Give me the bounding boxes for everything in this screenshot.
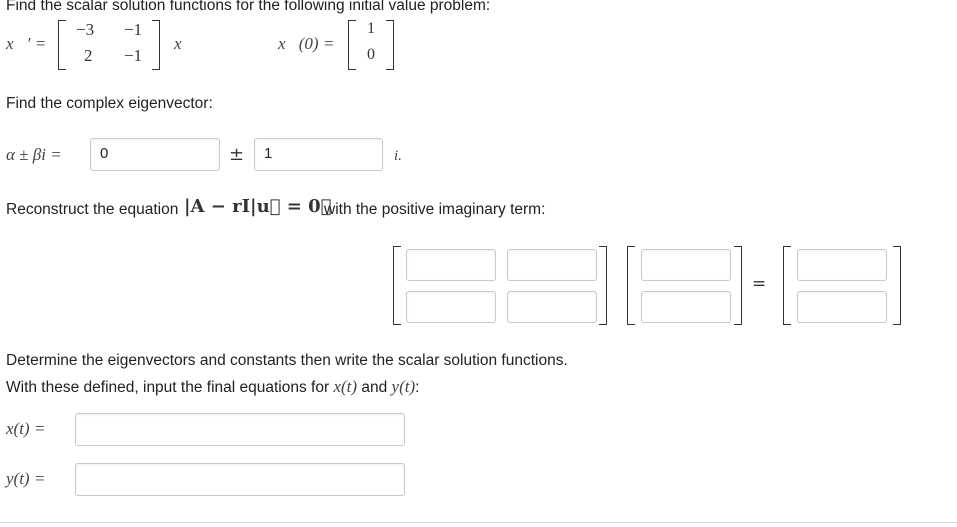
u-left-bracket (627, 246, 635, 325)
y-of-t-text: y(t) (391, 377, 416, 396)
u2-input[interactable] (641, 291, 731, 323)
x-prime-label: x⃗′ = (6, 34, 47, 53)
matrix-cell: −1 (124, 20, 143, 39)
initial-condition-label: x⃗(0) = (278, 34, 335, 53)
x-of-t-text: x(t) (333, 377, 358, 396)
x-equation-input[interactable] (75, 413, 405, 446)
plus-minus-sign: ± (229, 144, 245, 165)
matrix-cell: −1 (124, 46, 143, 65)
x-equation-label: x(t) = (6, 419, 46, 438)
ic-right-bracket (386, 20, 394, 70)
alpha-beta-label: α ± βi = (6, 145, 62, 164)
imaginary-unit-label: i. (394, 148, 402, 164)
matrix-cell: −3 (76, 20, 95, 39)
equals-sign: = (752, 274, 767, 294)
matrix-a22-input[interactable] (507, 291, 597, 323)
beta-input[interactable]: 1 (254, 138, 383, 171)
matrix-a21-input[interactable] (406, 291, 496, 323)
reconstruct-prompt-before: Reconstruct the equation (6, 201, 179, 218)
final-prompt-before: With these defined, input the final equa… (6, 379, 330, 396)
eigen-prompt: Find the complex eigenvector: (6, 95, 213, 112)
u-right-bracket (734, 246, 742, 325)
zero1-input[interactable] (797, 249, 887, 281)
zero-right-bracket (893, 246, 901, 325)
y-equation-input[interactable] (75, 463, 405, 496)
colon-text: : (415, 379, 420, 396)
zero-left-bracket (783, 246, 791, 325)
final-instruction-2: With these defined, input the final equa… (6, 377, 419, 397)
u1-input[interactable] (641, 249, 731, 281)
matrix-cell: 2 (84, 46, 93, 65)
reconstruct-prompt-after: with the positive imaginary term: (324, 201, 546, 218)
zero2-input[interactable] (797, 291, 887, 323)
alpha-input[interactable]: 0 (90, 138, 220, 171)
matrix-input-left-bracket (393, 246, 401, 325)
beta-value: 1 (264, 145, 273, 162)
x-vector-symbol: x⃗ (174, 34, 195, 53)
matrix-a12-input[interactable] (507, 249, 597, 281)
matrix-a11-input[interactable] (406, 249, 496, 281)
matrix-right-bracket (152, 20, 160, 70)
bottom-divider (0, 522, 957, 523)
reconstruct-equation: |A − rI|u⃗ = 0⃗ (184, 196, 332, 217)
final-instruction: Determine the eigenvectors and constants… (6, 352, 568, 369)
y-equation-label: y(t) = (6, 469, 46, 488)
ic-cell: 0 (367, 46, 375, 63)
alpha-value: 0 (100, 145, 109, 162)
matrix-input-right-bracket (599, 246, 607, 325)
problem-prompt: Find the scalar solution functions for t… (6, 0, 491, 14)
matrix-left-bracket (58, 20, 66, 70)
ic-cell: 1 (367, 20, 375, 37)
ic-left-bracket (348, 20, 356, 70)
and-text: and (361, 379, 388, 396)
